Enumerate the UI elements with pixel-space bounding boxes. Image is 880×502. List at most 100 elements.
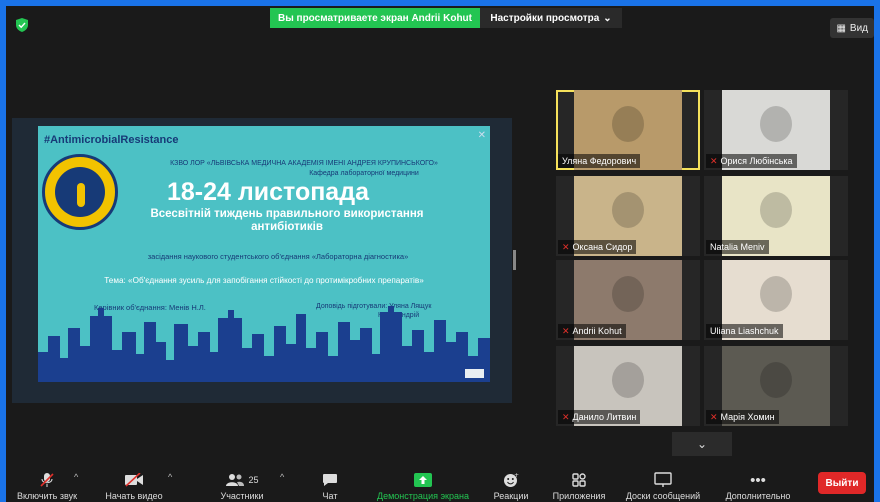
microphone-muted-icon: ✕: [710, 411, 718, 422]
participant-tile[interactable]: Уляна Федорович: [556, 90, 700, 170]
participant-name-label: Уляна Федорович: [558, 154, 641, 168]
participant-silhouette: [760, 362, 792, 398]
chat-bubble-icon: [322, 471, 338, 489]
slide-topic: Тема: «Об'єднання зусиль для запобігання…: [104, 276, 424, 285]
emoji-reaction-icon: +: [503, 471, 519, 489]
unmute-button[interactable]: Включить звук: [12, 466, 82, 502]
participant-silhouette: [612, 276, 644, 312]
close-icon[interactable]: ✕: [478, 130, 486, 141]
city-skyline-illustration: [38, 306, 490, 382]
participant-silhouette: [612, 106, 644, 142]
apps-icon: [571, 471, 587, 489]
splitter-handle[interactable]: [513, 250, 516, 270]
share-screen-button[interactable]: Демонстрация экрана: [372, 466, 474, 502]
slide-dates: 18-24 листопада: [166, 178, 369, 206]
view-settings-label: Настройки просмотра: [490, 12, 600, 24]
participant-tile[interactable]: ✕ Andrii Kohut: [556, 260, 700, 340]
leave-label: Выйти: [825, 477, 859, 489]
chevron-down-icon: ⌄: [696, 437, 708, 451]
chat-button[interactable]: Чат: [310, 466, 350, 502]
participant-silhouette: [760, 106, 792, 142]
participant-silhouette: [612, 362, 644, 398]
start-video-label: Начать видео: [105, 491, 163, 501]
view-settings-button[interactable]: Настройки просмотра ⌄: [480, 8, 622, 28]
shared-screen[interactable]: ✕ #AntimicrobialResistance КЗВО ЛОР «ЛЬВ…: [12, 118, 512, 403]
view-layout-label: Вид: [849, 22, 868, 34]
microphone-muted-icon: ✕: [562, 411, 570, 422]
microphone-muted-icon: ✕: [562, 325, 570, 336]
security-shield-icon[interactable]: [16, 18, 28, 32]
academy-logo: [42, 154, 118, 230]
zoom-window: Вы просматриваете экран Andrii Kohut Нас…: [6, 6, 874, 502]
start-video-button[interactable]: Начать видео: [102, 466, 166, 502]
gallery-scroll-down-button[interactable]: ⌄: [672, 432, 732, 456]
share-screen-label: Демонстрация экрана: [377, 491, 469, 501]
participants-count: 25: [248, 475, 259, 485]
meeting-toolbar: Включить звук ^ Начать видео ^ 25 Участн…: [6, 466, 874, 502]
more-dots-icon: •••: [750, 471, 766, 489]
slide-department: Кафедра лабораторної медицини: [309, 170, 419, 177]
slide-hashtag: #AntimicrobialResistance: [44, 134, 179, 146]
unmute-label: Включить звук: [16, 491, 78, 501]
participant-tile[interactable]: Natalia Meniv: [704, 176, 848, 256]
screen-share-banner-text: Вы просматриваете экран Andrii Kohut: [277, 12, 472, 24]
presentation-slide: ✕ #AntimicrobialResistance КЗВО ЛОР «ЛЬВ…: [38, 126, 490, 382]
whiteboards-button[interactable]: Доски сообщений: [618, 466, 708, 502]
participant-tile[interactable]: ✕ Данило Литвин: [556, 346, 700, 426]
participant-name-label: Uliana Liashchuk: [706, 324, 783, 338]
participant-name: Оксана Сидор: [572, 242, 633, 252]
participant-name-label: ✕ Марія Хомин: [706, 410, 779, 424]
share-screen-icon: [414, 471, 432, 489]
participant-name: Марія Хомин: [720, 412, 775, 422]
screen-share-banner: Вы просматриваете экран Andrii Kohut: [270, 8, 480, 28]
participant-name: Natalia Meniv: [710, 242, 765, 252]
caret-up-icon[interactable]: ^: [74, 472, 78, 482]
chevron-down-icon: ⌄: [603, 12, 612, 24]
participant-name-label: ✕ Орися Любінська: [706, 154, 797, 168]
participant-name-label: ✕ Данило Литвин: [558, 410, 641, 424]
participant-silhouette: [760, 192, 792, 228]
participants-label: Участники: [220, 491, 264, 501]
grid-icon: ▦: [836, 22, 846, 34]
microphone-muted-icon: ✕: [710, 155, 718, 166]
caret-up-icon[interactable]: ^: [168, 472, 172, 482]
participant-tile[interactable]: Uliana Liashchuk: [704, 260, 848, 340]
participant-name: Uliana Liashchuk: [710, 326, 779, 336]
more-label: Дополнительно: [725, 491, 791, 501]
apps-button[interactable]: Приложения: [546, 466, 612, 502]
apps-label: Приложения: [552, 491, 606, 501]
participant-tile[interactable]: ✕ Орися Любінська: [704, 90, 848, 170]
leave-meeting-button[interactable]: Выйти: [818, 472, 866, 494]
slide-organization: КЗВО ЛОР «ЛЬВІВСЬКА МЕДИЧНА АКАДЕМІЯ ІМЕ…: [170, 160, 438, 167]
participant-silhouette: [760, 276, 792, 312]
slide-week-title: Всесвітній тиждень правильного використа…: [122, 208, 452, 234]
view-layout-button[interactable]: ▦ Вид: [830, 18, 874, 38]
slide-meeting: засідання наукового студентського об'єдн…: [147, 252, 409, 261]
participant-name-label: ✕ Andrii Kohut: [558, 324, 626, 338]
participant-name-label: ✕ Оксана Сидор: [558, 240, 637, 254]
participants-icon: 25: [225, 471, 259, 489]
participant-name: Данило Литвин: [572, 412, 637, 422]
slide-week-line-1: Всесвітній тиждень правильного використа…: [150, 208, 424, 220]
reactions-button[interactable]: + Реакции: [488, 466, 534, 502]
more-button[interactable]: ••• Дополнительно: [714, 466, 802, 502]
microphone-muted-icon: ✕: [562, 241, 570, 252]
whiteboards-label: Доски сообщений: [625, 491, 701, 501]
participant-tile[interactable]: ✕ Марія Хомин: [704, 346, 848, 426]
participant-name: Andrii Kohut: [572, 326, 622, 336]
whiteboard-icon: [654, 471, 672, 489]
participant-name: Орися Любінська: [720, 156, 793, 166]
participants-button[interactable]: 25 Участники: [212, 466, 272, 502]
slide-footer-tag: [465, 369, 484, 378]
participant-silhouette: [612, 192, 644, 228]
participant-name-label: Natalia Meniv: [706, 240, 769, 254]
reactions-label: Реакции: [493, 491, 529, 501]
microphone-muted-icon: [39, 471, 55, 489]
svg-text:+: +: [514, 472, 519, 479]
caret-up-icon[interactable]: ^: [280, 472, 284, 482]
participant-name: Уляна Федорович: [562, 156, 637, 166]
slide-week-line-2: антибіотиків: [251, 221, 323, 233]
video-off-icon: [124, 471, 144, 489]
chat-label: Чат: [322, 491, 338, 501]
participant-tile[interactable]: ✕ Оксана Сидор: [556, 176, 700, 256]
